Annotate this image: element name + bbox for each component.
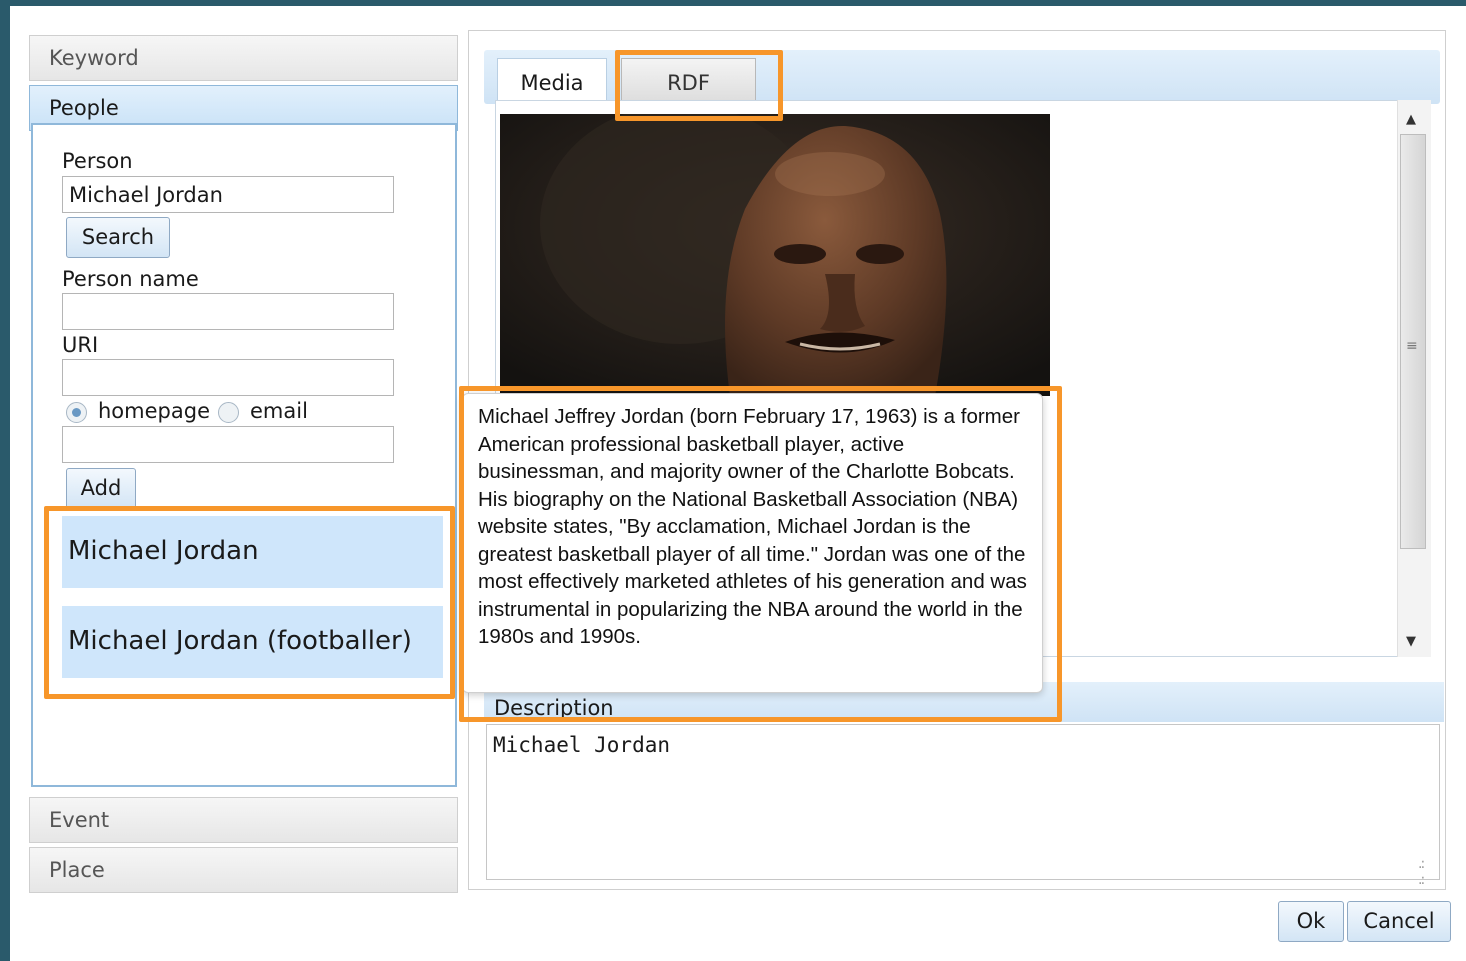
scroll-down-icon[interactable]: ▼	[1406, 634, 1416, 649]
highlight-results	[44, 506, 455, 699]
ok-button[interactable]: Ok	[1278, 901, 1344, 942]
description-textarea[interactable]: Michael Jordan	[486, 724, 1440, 880]
person-name-input[interactable]	[62, 293, 394, 330]
person-photo	[500, 114, 1050, 396]
email-radio-label: email	[250, 399, 308, 423]
email-radio[interactable]	[218, 402, 239, 423]
uri-label: URI	[62, 333, 99, 357]
person-input[interactable]	[62, 176, 394, 213]
contact-input[interactable]	[62, 426, 394, 463]
scroll-up-icon[interactable]: ▲	[1406, 112, 1416, 127]
accordion-place[interactable]: Place	[29, 847, 458, 893]
homepage-radio-label: homepage	[98, 399, 210, 423]
resize-grip-icon[interactable]: .:.:	[1418, 856, 1425, 888]
grip-icon: ≡	[1406, 338, 1418, 354]
person-name-label: Person name	[62, 267, 199, 291]
accordion-event[interactable]: Event	[29, 797, 458, 843]
accordion-keyword[interactable]: Keyword	[29, 35, 458, 81]
person-label: Person	[62, 149, 133, 173]
homepage-radio[interactable]	[66, 402, 87, 423]
tab-media[interactable]: Media	[497, 58, 607, 105]
search-button[interactable]: Search	[66, 217, 170, 258]
cancel-button[interactable]: Cancel	[1347, 901, 1451, 942]
highlight-tooltip	[459, 386, 1062, 722]
add-button[interactable]: Add	[66, 468, 136, 509]
highlight-rdf-tab	[615, 50, 783, 121]
uri-input[interactable]	[62, 359, 394, 396]
